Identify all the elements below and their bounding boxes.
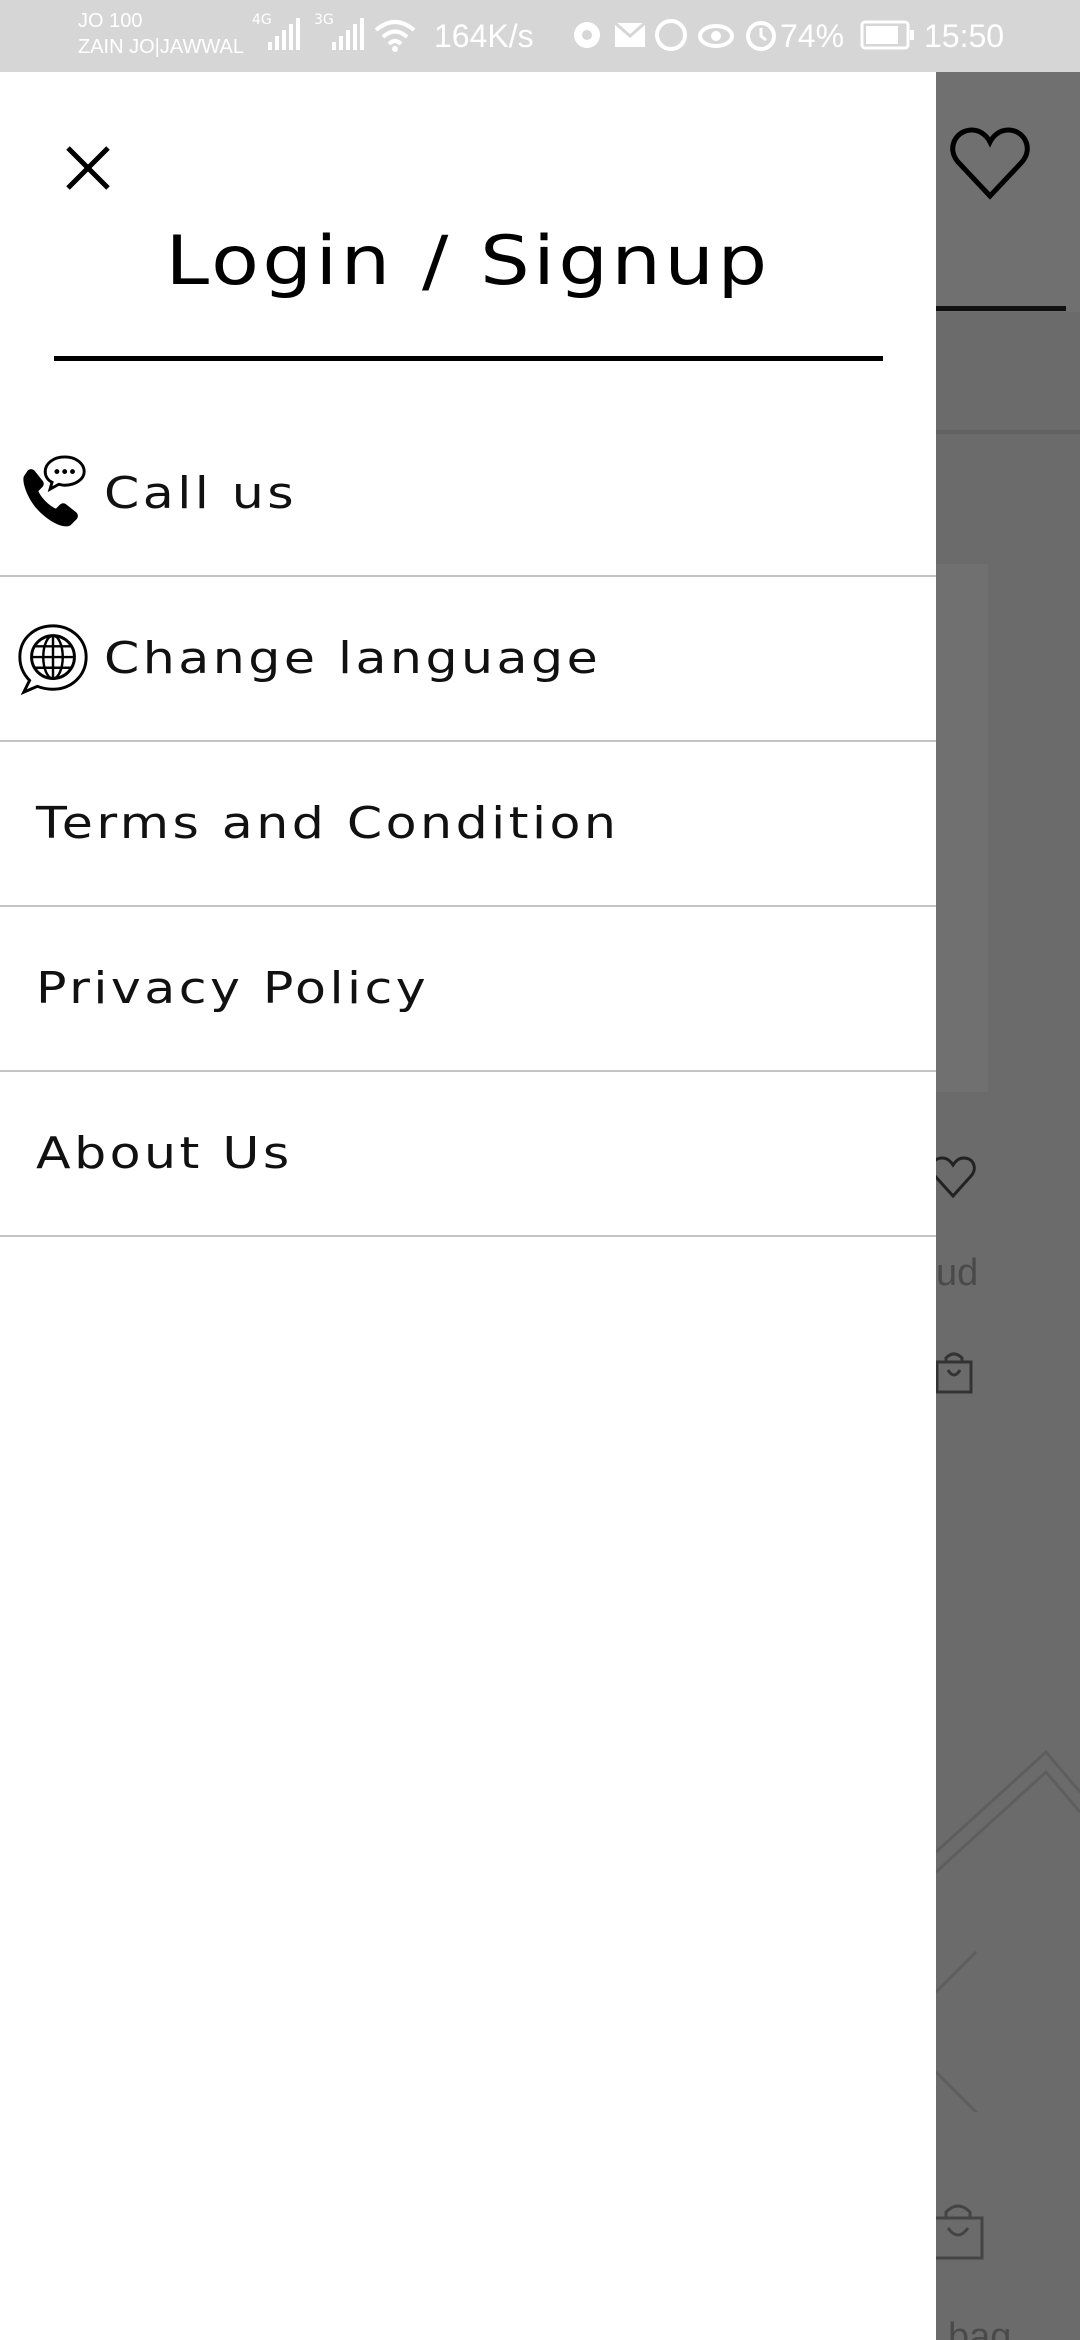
globe-chat-icon: [18, 623, 88, 695]
battery-percent: 74%: [780, 18, 845, 54]
alarm-icon: [746, 21, 776, 51]
menu-item-label: Privacy Policy: [36, 963, 430, 1014]
signal-icon: [268, 18, 300, 50]
battery-icon: [860, 20, 914, 50]
network-speed: 164K/s: [434, 18, 534, 54]
navigation-drawer: Login / Signup Call us Change language T…: [0, 72, 936, 2340]
menu-item-change-language[interactable]: Change language: [0, 577, 936, 742]
bag-small-icon[interactable]: [934, 1350, 974, 1394]
carrier-line-1: JO 100: [78, 10, 143, 32]
whatsapp-icon: [655, 19, 687, 51]
signal-icon-2: [332, 18, 364, 50]
status-bar: JO 100 ZAIN JO|JAWWAL 4G 3G 164K/s 74% 1…: [0, 0, 1080, 72]
eye-icon: [698, 24, 734, 48]
bg-divider: [936, 430, 1080, 434]
menu-item-privacy-policy[interactable]: Privacy Policy: [0, 907, 936, 1072]
mail-icon: [614, 22, 646, 47]
heart-small-icon[interactable]: [930, 1156, 976, 1202]
bg-tab-underline: [936, 306, 1066, 311]
title-divider: [54, 356, 883, 361]
menu-item-call-us[interactable]: Call us: [0, 412, 936, 577]
close-icon[interactable]: [58, 138, 118, 198]
drawer-menu: Call us Change language Terms and Condit…: [0, 412, 936, 1237]
bg-product-card: [936, 564, 988, 1092]
menu-item-about-us[interactable]: About Us: [0, 1072, 936, 1237]
bg-decoration: [936, 1749, 1080, 2112]
bag-icon[interactable]: [930, 2202, 986, 2262]
heart-icon[interactable]: [950, 126, 1030, 202]
menu-item-label: Change language: [104, 633, 602, 684]
login-signup-link[interactable]: Login / Signup: [0, 222, 1006, 301]
close-button[interactable]: [58, 138, 118, 198]
menu-item-terms[interactable]: Terms and Condition: [0, 742, 936, 907]
phone-chat-icon: [23, 454, 86, 526]
menu-item-label: Terms and Condition: [36, 798, 620, 849]
menu-item-label: Call us: [104, 468, 298, 519]
bag-tab-label[interactable]: bag: [948, 2316, 1011, 2340]
ball-icon: [574, 22, 600, 48]
wifi-icon: [374, 20, 416, 52]
carrier-info: JO 100 ZAIN JO|JAWWAL: [78, 8, 244, 60]
bg-partial-text: ud: [936, 1252, 979, 1294]
carrier-line-2: ZAIN JO|JAWWAL: [78, 36, 244, 58]
clock: 15:50: [924, 18, 1005, 54]
menu-item-label: About Us: [36, 1128, 293, 1179]
